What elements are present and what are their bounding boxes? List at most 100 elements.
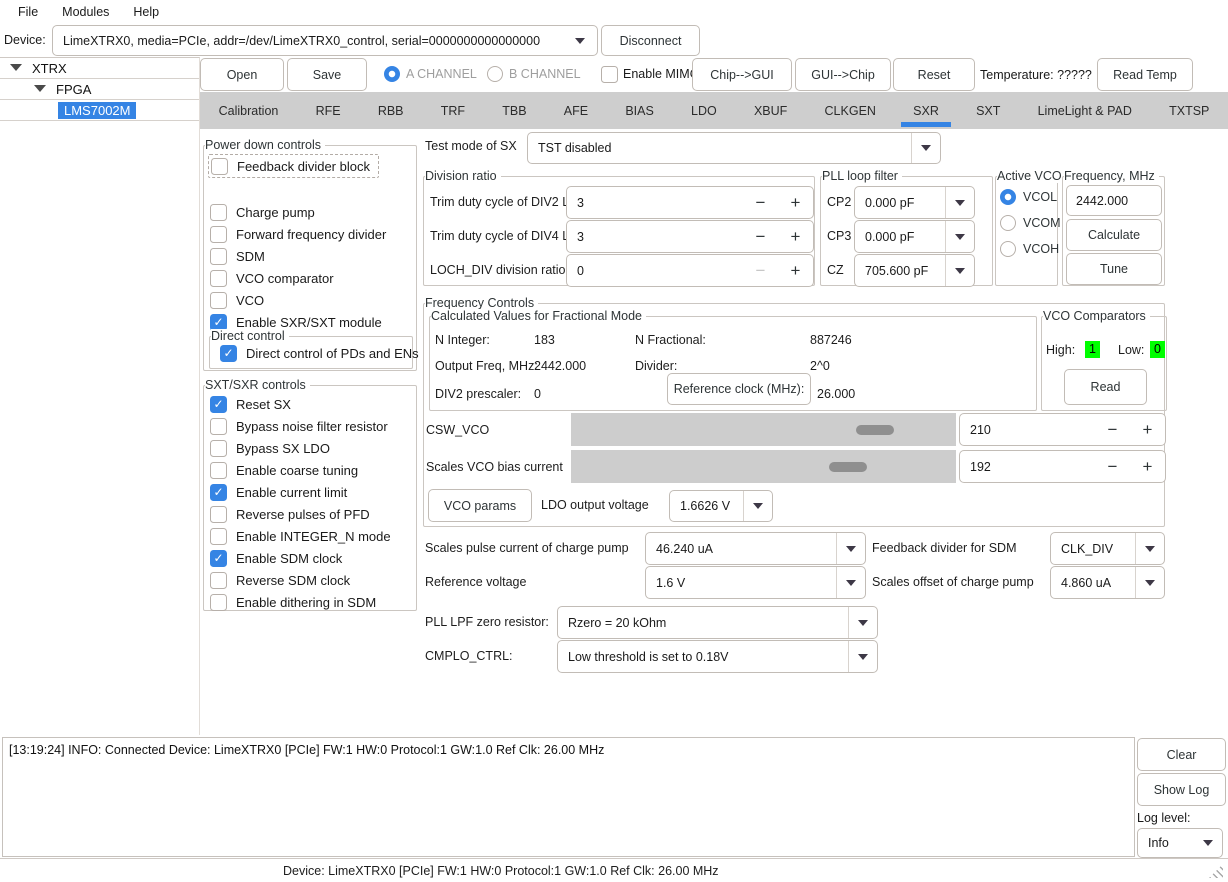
- clear-log-button[interactable]: Clear: [1137, 738, 1226, 771]
- menu-help[interactable]: Help: [121, 0, 171, 24]
- enable-mimo-checkbox[interactable]: [601, 66, 618, 83]
- show-log-button[interactable]: Show Log: [1137, 773, 1226, 806]
- cmplo-combo[interactable]: Low threshold is set to 0.18V: [557, 640, 878, 673]
- decrement-button[interactable]: −: [743, 255, 778, 286]
- tab-clkgen[interactable]: CLKGEN: [806, 92, 895, 129]
- tab-rbb[interactable]: RBB: [359, 92, 422, 129]
- decrement-button[interactable]: −: [743, 221, 778, 252]
- increment-button[interactable]: +: [778, 221, 813, 252]
- test-mode-combo[interactable]: TST disabled: [527, 132, 941, 164]
- tab-sxr[interactable]: SXR: [895, 92, 958, 129]
- menu-file[interactable]: File: [6, 0, 50, 24]
- tab-afe[interactable]: AFE: [545, 92, 607, 129]
- decrement-button[interactable]: −: [743, 187, 778, 218]
- checkbox-reverse-pulses-of-pfd[interactable]: Reverse pulses of PFD: [208, 503, 391, 525]
- checkbox-label: Charge pump: [236, 205, 315, 220]
- radio-vcom[interactable]: VCOM: [1000, 215, 1061, 231]
- spinner-div2-loch[interactable]: 3−+: [566, 186, 814, 219]
- lpf-zero-combo[interactable]: Rzero = 20 kOhm: [557, 606, 878, 639]
- n-fractional-value: 887246: [810, 333, 852, 347]
- tree-item-lms7002m[interactable]: LMS7002M: [0, 100, 199, 121]
- csw-vco-spinner[interactable]: 210 − +: [959, 413, 1166, 446]
- tab-rfe[interactable]: RFE: [297, 92, 359, 129]
- fb-divider-combo[interactable]: CLK_DIV: [1050, 532, 1165, 565]
- checkbox-feedback-divider-block[interactable]: Feedback divider block: [208, 154, 379, 178]
- increment-button[interactable]: +: [1130, 451, 1165, 482]
- checkbox-direct-control-of-pds-and-ens[interactable]: ✓ Direct control of PDs and ENs: [218, 342, 419, 364]
- cp-pulse-combo[interactable]: 46.240 uA: [645, 532, 866, 565]
- increment-button[interactable]: +: [778, 187, 813, 218]
- vco-bias-spinner[interactable]: 192 − +: [959, 450, 1166, 483]
- radio-icon: [1000, 189, 1016, 205]
- reset-button[interactable]: Reset: [893, 58, 975, 91]
- checkbox-reverse-sdm-clock[interactable]: Reverse SDM clock: [208, 569, 391, 591]
- gui-to-chip-button[interactable]: GUI-->Chip: [795, 58, 891, 91]
- combo-cz[interactable]: 705.600 pF: [854, 254, 975, 287]
- tree-item-fpga[interactable]: FPGA: [0, 79, 199, 100]
- tab-calibration[interactable]: Calibration: [200, 92, 297, 129]
- read-temp-button[interactable]: Read Temp: [1097, 58, 1193, 91]
- increment-button[interactable]: +: [778, 255, 813, 286]
- frequency-input[interactable]: 2442.000: [1066, 185, 1162, 216]
- checkbox-enable-current-limit[interactable]: ✓Enable current limit: [208, 481, 391, 503]
- read-button[interactable]: Read: [1064, 369, 1147, 405]
- open-button[interactable]: Open: [200, 58, 284, 91]
- save-button[interactable]: Save: [287, 58, 367, 91]
- checkbox-enable-sdm-clock[interactable]: ✓Enable SDM clock: [208, 547, 391, 569]
- spinner-div4-loch[interactable]: 3−+: [566, 220, 814, 253]
- checkbox-charge-pump[interactable]: Charge pump: [208, 201, 386, 223]
- radio-vcoh[interactable]: VCOH: [1000, 241, 1059, 257]
- checkbox-bypass-noise-filter-resistor[interactable]: Bypass noise filter resistor: [208, 415, 391, 437]
- csw-vco-slider[interactable]: [571, 413, 956, 446]
- disconnect-button[interactable]: Disconnect: [601, 25, 700, 56]
- checkbox-vco[interactable]: VCO: [208, 289, 386, 311]
- reference-clock-button[interactable]: Reference clock (MHz):: [667, 373, 811, 405]
- checkbox-forward-frequency-divider[interactable]: Forward frequency divider: [208, 223, 386, 245]
- ldo-output-voltage-combo[interactable]: 1.6626 V: [669, 490, 773, 522]
- tab-bias[interactable]: BIAS: [607, 92, 673, 129]
- output-freq-value: 2442.000: [534, 359, 586, 373]
- chip-to-gui-button[interactable]: Chip-->GUI: [692, 58, 792, 91]
- decrement-button[interactable]: −: [1095, 451, 1130, 482]
- combo-cp2[interactable]: 0.000 pF: [854, 186, 975, 219]
- vco-params-button[interactable]: VCO params: [428, 489, 532, 522]
- resize-grip[interactable]: [1209, 864, 1223, 878]
- device-select-combo[interactable]: LimeXTRX0, media=PCIe, addr=/dev/LimeXTR…: [52, 25, 598, 56]
- tab-limelight-pad[interactable]: LimeLight & PAD: [1019, 92, 1150, 129]
- checkbox-enable-integer-n-mode[interactable]: Enable INTEGER_N mode: [208, 525, 391, 547]
- calculate-button[interactable]: Calculate: [1066, 219, 1162, 251]
- tab-txtsp[interactable]: TXTSP: [1150, 92, 1228, 129]
- checkbox-vco-comparator[interactable]: VCO comparator: [208, 267, 386, 289]
- decrement-button[interactable]: −: [1095, 414, 1130, 445]
- vco-bias-slider[interactable]: [571, 450, 956, 483]
- checkbox-icon: [210, 226, 227, 243]
- checkbox-reset-sx[interactable]: ✓Reset SX: [208, 393, 391, 415]
- log-level-combo[interactable]: Info: [1137, 828, 1223, 858]
- expander-arrow-icon[interactable]: [34, 85, 46, 93]
- combo-cp3[interactable]: 0.000 pF: [854, 220, 975, 253]
- tab-ldo[interactable]: LDO: [672, 92, 735, 129]
- expander-arrow-icon[interactable]: [10, 64, 22, 72]
- status-bar: Device: LimeXTRX0 [PCIe] FW:1 HW:0 Proto…: [0, 858, 1228, 882]
- cp-offset-combo[interactable]: 4.860 uA: [1050, 566, 1165, 599]
- radio-vcol[interactable]: VCOL: [1000, 189, 1057, 205]
- tree-item-xtrx[interactable]: XTRX: [0, 58, 199, 79]
- tab-xbuf[interactable]: XBUF: [735, 92, 806, 129]
- channel-a-radio[interactable]: [384, 66, 400, 82]
- tab-sxt[interactable]: SXT: [957, 92, 1019, 129]
- ref-voltage-combo[interactable]: 1.6 V: [645, 566, 866, 599]
- fractional-values-group: Calculated Values for Fractional Mode N …: [429, 316, 1037, 411]
- tune-button[interactable]: Tune: [1066, 253, 1162, 285]
- checkbox-enable-dithering-in-sdm[interactable]: Enable dithering in SDM: [208, 591, 391, 613]
- channel-b-radio[interactable]: [487, 66, 503, 82]
- increment-button[interactable]: +: [1130, 414, 1165, 445]
- checkbox-enable-coarse-tuning[interactable]: Enable coarse tuning: [208, 459, 391, 481]
- spinner-loch-div[interactable]: 0−+: [566, 254, 814, 287]
- tab-trf[interactable]: TRF: [422, 92, 484, 129]
- tab-tbb[interactable]: TBB: [484, 92, 546, 129]
- checkbox-bypass-sx-ldo[interactable]: Bypass SX LDO: [208, 437, 391, 459]
- slider-handle[interactable]: [829, 462, 867, 472]
- menu-modules[interactable]: Modules: [50, 0, 121, 24]
- slider-handle[interactable]: [856, 425, 894, 435]
- checkbox-sdm[interactable]: SDM: [208, 245, 386, 267]
